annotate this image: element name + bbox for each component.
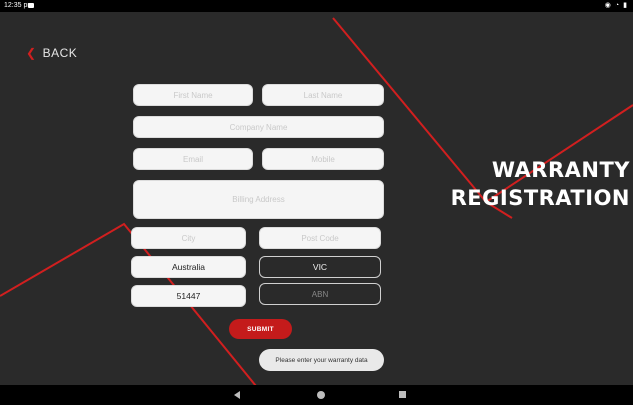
battery-icon: ▮ <box>623 2 627 9</box>
wifi-icon: ◔ <box>614 2 620 9</box>
country-select[interactable]: Australia <box>131 256 246 278</box>
notification-icon <box>28 3 34 8</box>
nav-home-icon[interactable] <box>317 391 325 399</box>
location-icon: ◉ <box>604 2 611 9</box>
warranty-registration-screen: 12:35 pm ◉ ◔ ▮ ❮ BACK First Name Last Na… <box>0 0 633 405</box>
email-placeholder: Email <box>182 154 203 164</box>
submit-button[interactable]: SUBMIT <box>229 319 292 339</box>
country-value: Australia <box>171 262 206 272</box>
back-label: BACK <box>42 46 78 60</box>
mobile-placeholder: Mobile <box>311 154 335 164</box>
status-bar: 12:35 pm ◉ ◔ ▮ <box>0 0 633 12</box>
first-name-field[interactable]: First Name <box>133 84 253 106</box>
chevron-left-icon: ❮ <box>26 46 37 60</box>
mobile-field[interactable]: Mobile <box>262 148 384 170</box>
toast-message: Please enter your warranty data <box>259 349 384 371</box>
navigation-bar <box>0 385 633 405</box>
submit-label: SUBMIT <box>247 325 274 333</box>
billing-address-field[interactable]: Billing Address <box>133 180 384 219</box>
email-field[interactable]: Email <box>133 148 253 170</box>
first-name-placeholder: First Name <box>173 90 213 100</box>
last-name-field[interactable]: Last Name <box>262 84 384 106</box>
serial-number-field[interactable]: 51447 <box>131 285 246 307</box>
toast-text: Please enter your warranty data <box>275 356 368 364</box>
page-title: WARRANTY REGISTRATION <box>418 156 630 212</box>
state-value: VIC <box>312 262 328 272</box>
serial-number-value: 51447 <box>176 291 201 301</box>
last-name-placeholder: Last Name <box>303 90 343 100</box>
city-placeholder: City <box>181 233 196 243</box>
abn-field[interactable]: ABN <box>259 283 381 305</box>
page-title-line2: REGISTRATION <box>450 186 630 210</box>
status-icons: ◉ ◔ ▮ <box>605 0 627 12</box>
post-code-field[interactable]: Post Code <box>259 227 381 249</box>
back-button[interactable]: ❮ BACK <box>26 46 77 60</box>
nav-recents-icon[interactable] <box>399 391 406 398</box>
billing-address-placeholder: Billing Address <box>232 195 285 204</box>
nav-back-icon[interactable] <box>234 391 240 399</box>
abn-placeholder: ABN <box>311 289 329 299</box>
page-title-line1: WARRANTY <box>491 158 630 182</box>
post-code-placeholder: Post Code <box>301 233 339 243</box>
city-field[interactable]: City <box>131 227 246 249</box>
company-name-placeholder: Company Name <box>229 122 288 132</box>
company-name-field[interactable]: Company Name <box>133 116 384 138</box>
state-select[interactable]: VIC <box>259 256 381 278</box>
